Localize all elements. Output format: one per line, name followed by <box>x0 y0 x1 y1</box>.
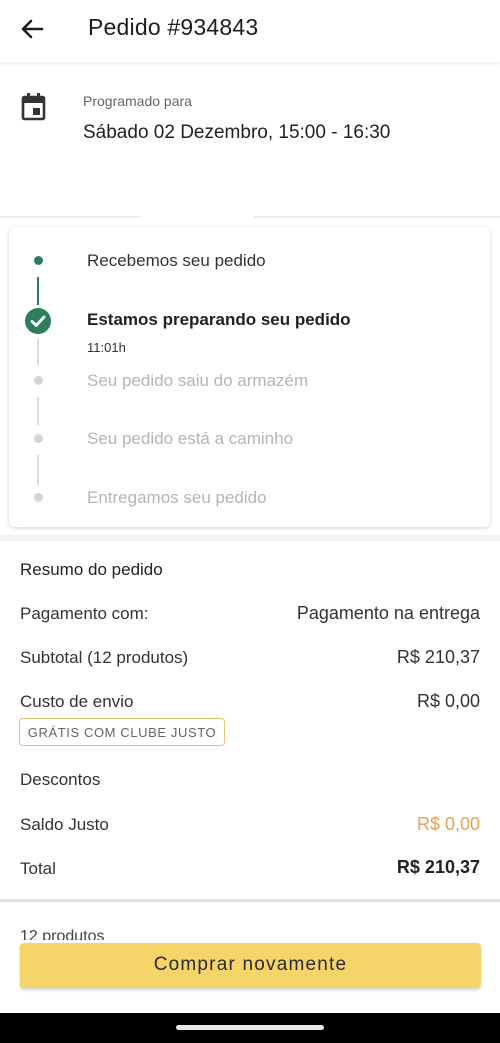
free-shipping-badge: GRÁTIS COM CLUBE JUSTO <box>19 718 225 746</box>
home-gesture-handle[interactable] <box>176 1025 324 1030</box>
payment-label: Pagamento com: <box>20 604 149 623</box>
total-label: Total <box>20 859 56 878</box>
app-header: Pedido #934843 <box>0 0 500 62</box>
page-title: Pedido #934843 <box>88 14 259 40</box>
step-connector <box>37 397 39 425</box>
step-label-on-the-way: Seu pedido está a caminho <box>87 429 294 448</box>
buy-again-button[interactable]: Comprar novamente <box>20 943 481 988</box>
step-connector <box>37 455 39 485</box>
discounts-label: Descontos <box>20 770 101 789</box>
step-pending-dot <box>34 376 43 385</box>
subtotal-value: R$ 210,37 <box>396 647 480 667</box>
system-navigation-bar <box>0 1013 500 1043</box>
step-connector <box>37 339 39 365</box>
step-label-left-warehouse: Seu pedido saiu do armazém <box>87 371 309 390</box>
shipping-value: R$ 0,00 <box>416 691 480 711</box>
schedule-value: Sábado 02 Dezembro, 15:00 - 16:30 <box>83 122 391 143</box>
arrow-left-icon <box>21 19 44 39</box>
section-divider <box>0 899 500 902</box>
step-connector <box>37 277 39 305</box>
balance-label: Saldo Justo <box>20 815 109 834</box>
summary-title: Resumo do pedido <box>20 560 163 579</box>
payment-value: Pagamento na entrega <box>296 603 480 623</box>
step-pending-dot <box>34 434 43 443</box>
back-button[interactable] <box>18 14 52 44</box>
order-tracking-card: Recebemos seu pedido Estamos preparando … <box>9 227 490 527</box>
step-pending-dot <box>34 493 43 502</box>
schedule-section: Programado para Sábado 02 Dezembro, 15:0… <box>0 70 500 216</box>
subtotal-label: Subtotal (12 produtos) <box>20 648 189 667</box>
step-label-preparing: Estamos preparando seu pedido <box>87 310 351 329</box>
calendar-icon <box>21 93 46 121</box>
total-value: R$ 210,37 <box>396 857 480 877</box>
products-count-label: 12 produtos <box>20 928 105 940</box>
step-time: 11:01h <box>87 340 126 355</box>
order-summary: Resumo do pedido Pagamento com: Pagament… <box>0 541 500 899</box>
schedule-label: Programado para <box>83 93 192 109</box>
balance-value: R$ 0,00 <box>416 814 480 834</box>
section-divider <box>0 216 500 218</box>
step-label-delivered: Entregamos seu pedido <box>87 488 267 507</box>
check-circle-icon <box>25 308 51 334</box>
step-done-dot <box>34 256 43 265</box>
step-label-received: Recebemos seu pedido <box>87 251 266 270</box>
shipping-label: Custo de envio <box>20 692 134 711</box>
